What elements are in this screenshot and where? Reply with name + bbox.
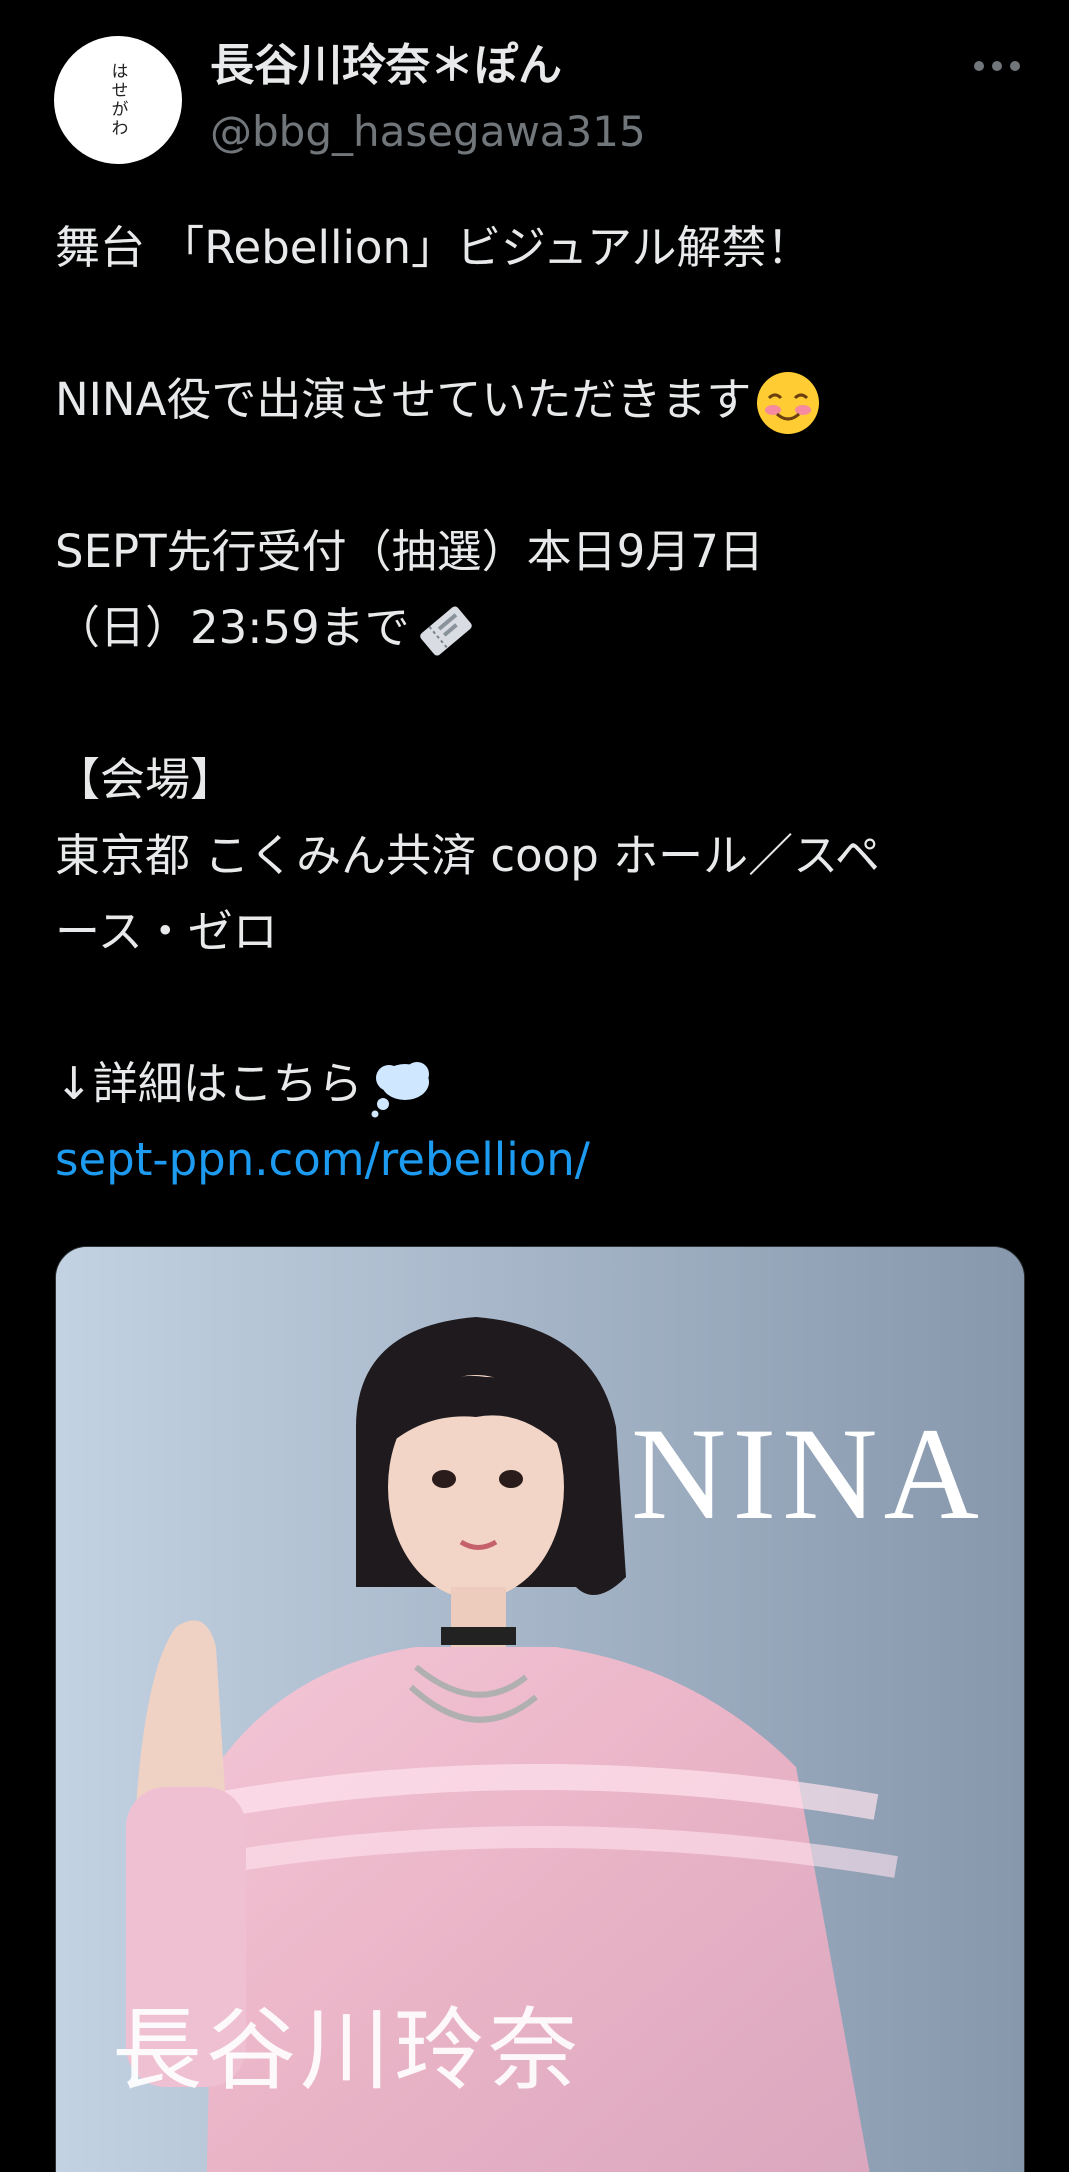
display-name[interactable]: 長谷川玲奈＊ぽん	[210, 36, 562, 96]
avatar[interactable]: はせがわ	[54, 36, 182, 164]
tweet-line: 【会場】	[55, 753, 236, 806]
media-overlay-role: NINA	[631, 1400, 985, 1547]
tweet-line: SEPT先行受付（抽選）本日9月7日	[55, 525, 764, 578]
more-dots-icon	[974, 61, 1020, 71]
tweet-media-image[interactable]: NINA 長谷川玲奈	[55, 1246, 1025, 2172]
tweet-line: ース・ゼロ	[55, 905, 278, 958]
media-overlay-name: 長谷川玲奈	[112, 1998, 582, 2103]
more-options-button[interactable]	[965, 46, 1029, 86]
tweet-line: （日）23:59まで	[55, 590, 1035, 666]
tweet-line: NINA役で出演させていただきます	[55, 362, 1035, 438]
user-handle[interactable]: @bbg_hasegawa315	[210, 104, 646, 160]
tweet-line: 東京都 こくみん共済 coop ホール／スペ	[55, 829, 880, 882]
smiling-blush-face-icon	[757, 372, 820, 434]
ticket-icon	[419, 606, 472, 656]
tweet-line: 舞台 「Rebellion」ビジュアル解禁！	[55, 221, 812, 274]
tweet-text: 舞台 「Rebellion」ビジュアル解禁！ NINA役で出演させていただきます…	[55, 210, 1035, 1198]
avatar-text: はせがわ	[107, 62, 128, 138]
tweet-line: ↓詳細はこちら	[55, 1046, 1035, 1122]
tweet-page: はせがわ 長谷川玲奈＊ぽん @bbg_hasegawa315 舞台 「Rebel…	[0, 0, 1069, 2172]
thought-balloon-icon	[371, 1062, 429, 1118]
detail-link[interactable]: sept-ppn.com/rebellion/	[55, 1122, 1035, 1198]
